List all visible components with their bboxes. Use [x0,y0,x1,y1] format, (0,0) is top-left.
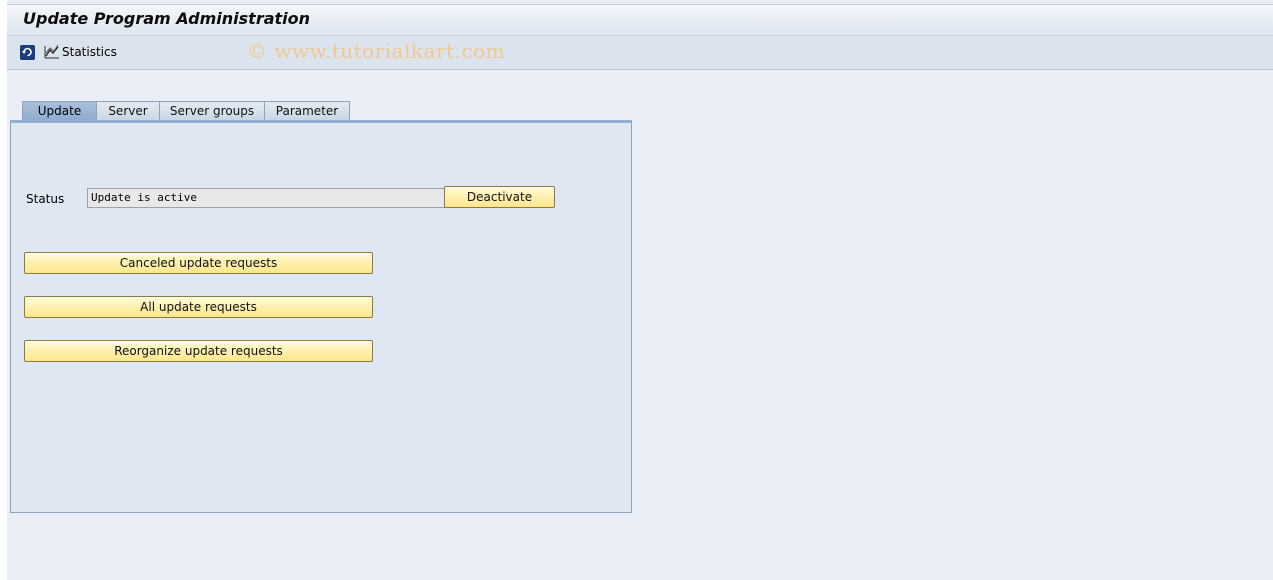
title-bar: Update Program Administration [7,4,1273,35]
canceled-update-requests-button[interactable]: Canceled update requests [24,252,373,274]
watermark: © www.tutorialkart.com [247,39,506,63]
refresh-icon[interactable] [19,44,36,61]
window-frame-left [0,0,7,580]
status-label: Status [26,192,65,206]
deactivate-button[interactable]: Deactivate [444,186,555,208]
statistics-chart-icon[interactable] [44,44,61,61]
tab-server-groups[interactable]: Server groups [159,101,265,121]
status-field: Update is active [87,188,445,208]
window-title: Update Program Administration [23,9,311,28]
tab-parameter[interactable]: Parameter [264,101,350,121]
all-update-requests-button[interactable]: All update requests [24,296,373,318]
tab-update[interactable]: Update [22,101,97,121]
reorganize-update-requests-button[interactable]: Reorganize update requests [24,340,373,362]
statistics-button-label[interactable]: Statistics [62,45,117,59]
update-tab-panel: Status Update is active Deactivate Cance… [10,120,632,513]
application-toolbar: Statistics © www.tutorialkart.com [7,35,1273,70]
tab-server[interactable]: Server [96,101,160,121]
